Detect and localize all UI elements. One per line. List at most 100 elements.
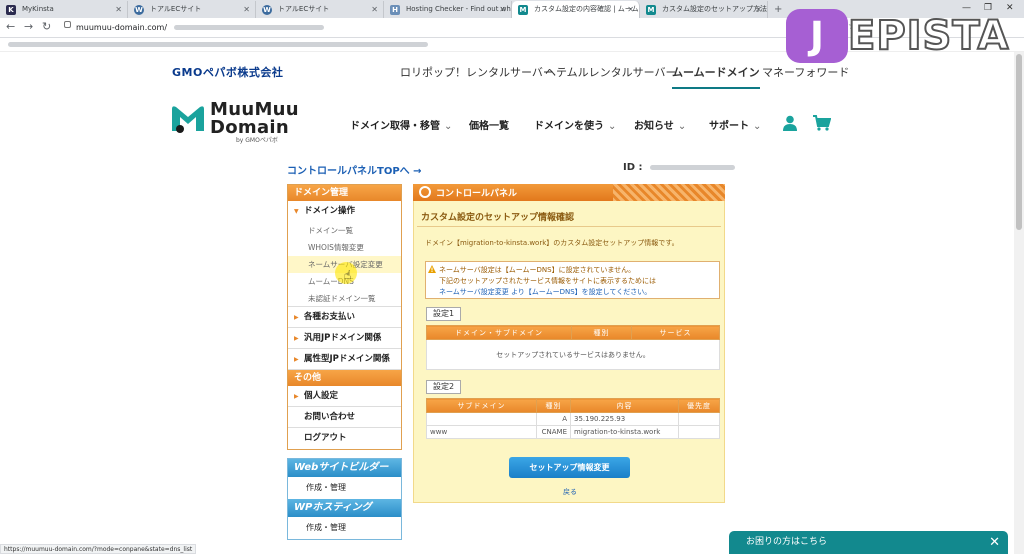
topnav-heteml[interactable]: ヘテムルレンタルサーバー: [545, 64, 677, 80]
column-header: 優先度: [678, 398, 720, 413]
set2-table: サブドメイン 種別 内容 優先度 A 35.190.225.93 www CNA…: [426, 398, 720, 439]
warning-line: 下記のセットアップされたサービス情報をサイトに表示するためには: [439, 277, 656, 285]
table-row: www CNAME migration-to-kinsta.work: [426, 425, 720, 439]
browser-tab-active[interactable]: M カスタム設定の内容確認 | ムームー ✕: [512, 1, 640, 18]
sidebar-cat-jp-general[interactable]: ▶ 汎用JPドメイン関係: [288, 328, 401, 349]
sidebar-head-other: その他: [288, 370, 401, 386]
mainnav-price-list[interactable]: 価格一覧: [469, 117, 509, 132]
triangle-right-icon: ▶: [294, 314, 299, 321]
sidebar-cat-payments[interactable]: ▶ 各種お支払い: [288, 307, 401, 328]
setup-change-button[interactable]: セットアップ情報変更: [509, 457, 630, 478]
blurred-url-part: [173, 25, 324, 30]
reload-icon[interactable]: ↻: [42, 20, 51, 33]
new-tab-icon[interactable]: +: [774, 1, 782, 18]
browser-tab[interactable]: H Hosting Checker - Find out who ✕: [384, 1, 512, 18]
wordpress-icon: W: [134, 5, 144, 15]
sidebar: ドメイン管理 ▼ドメイン操作 ドメイン一覧 WHOIS情報変更 ネームサーバ設定…: [287, 184, 402, 540]
browser-tab[interactable]: W トアルECサイト ✕: [128, 1, 256, 18]
column-header: 内容: [570, 398, 679, 413]
mainnav-news[interactable]: お知らせ ⌄: [634, 117, 686, 132]
sidebar-head-domain: ドメイン管理: [288, 185, 401, 201]
section-divider: [417, 226, 721, 227]
browser-tab[interactable]: W トアルECサイト ✕: [256, 1, 384, 18]
status-url: https://muumuu-domain.com/?mode=conpane&…: [0, 544, 197, 554]
hosting-checker-icon: H: [390, 5, 400, 15]
close-icon[interactable]: ✕: [627, 1, 634, 18]
user-icon[interactable]: [783, 115, 797, 131]
domain-management-box: ドメイン管理 ▼ドメイン操作 ドメイン一覧 WHOIS情報変更 ネームサーバ設定…: [287, 184, 402, 450]
browser-tab[interactable]: Mカスタム設定のセットアップ方法 - ムー✕: [640, 1, 768, 18]
close-icon[interactable]: ✕: [499, 1, 506, 18]
lock-icon: [64, 21, 71, 28]
set1-table: ドメイン・サブドメイン 種別 サービス セットアップされているサービスはありませ…: [426, 325, 720, 370]
sidebar-item-whois[interactable]: WHOIS情報変更: [288, 239, 401, 256]
set1-label: 設定1: [426, 307, 462, 321]
muumuu-logo-icon[interactable]: [170, 103, 206, 133]
sidebar-item-web-builder-manage[interactable]: 作成・管理: [288, 477, 401, 499]
chevron-down-icon: ⌄: [608, 121, 617, 132]
topnav-lolipop[interactable]: ロリポップ！レンタルサーバー: [400, 64, 554, 80]
mainnav-support[interactable]: サポート ⌄: [709, 117, 761, 132]
triangle-right-icon: ▶: [294, 356, 299, 363]
close-icon[interactable]: ✕: [115, 1, 122, 18]
table-row: A 35.190.225.93: [426, 412, 720, 426]
sidebar-item-unverified[interactable]: 未認証ドメイン一覧: [288, 290, 401, 307]
forward-icon[interactable]: →: [24, 20, 33, 33]
gmo-pepabo-logo[interactable]: GMOペパボ株式会社: [172, 64, 283, 80]
muumuu-domain-logo-text[interactable]: MuuMuu Domain: [210, 101, 299, 137]
sidebar-head-web-builder: Webサイトビルダー: [288, 459, 401, 477]
section-title: カスタム設定のセットアップ情報確認: [421, 213, 575, 223]
triangle-down-icon: ▼: [294, 208, 299, 215]
column-header: サブドメイン: [426, 398, 537, 413]
warning-line: ネームサーバ設定は【ムームーDNS】に設定されていません。: [439, 266, 636, 274]
jepista-logo: J EPISTA: [786, 9, 1016, 63]
mainnav-use-domain[interactable]: ドメインを使う ⌄: [534, 117, 616, 132]
blurred-bookmarks: [8, 42, 428, 47]
sidebar-item-domain-list[interactable]: ドメイン一覧: [288, 222, 401, 239]
mainnav-domain-acquire[interactable]: ドメイン取得・移管 ⌄: [350, 117, 452, 132]
column-header: ドメイン・サブドメイン: [426, 325, 572, 340]
triangle-right-icon: ▶: [294, 335, 299, 342]
id-label: ID :: [623, 162, 735, 173]
close-icon[interactable]: ✕: [755, 1, 762, 18]
panel-description: ドメイン【migration-to-kinsta.work】のカスタム設定セット…: [425, 239, 679, 247]
chevron-down-icon: ⌄: [444, 121, 453, 132]
back-icon[interactable]: ←: [6, 20, 15, 33]
control-panel-top-link[interactable]: コントロールパネルTOPへ →: [287, 162, 422, 177]
topnav-muumuu[interactable]: ムームードメイン: [672, 64, 760, 89]
chevron-down-icon: ⌄: [753, 121, 762, 132]
url-field[interactable]: muumuu-domain.com/: [62, 21, 822, 35]
gear-icon: [419, 186, 431, 198]
warning-icon: [428, 265, 436, 273]
close-icon[interactable]: ✕: [371, 1, 378, 18]
panel-title: コントロールパネル: [436, 189, 518, 199]
column-header: 種別: [571, 325, 632, 340]
blurred-id: [650, 164, 735, 170]
warning-line-link[interactable]: ネームサーバ設定変更 より【ムームーDNS】を設定してください。: [439, 287, 651, 297]
empty-message: セットアップされているサービスはありません。: [426, 339, 720, 370]
sidebar-item-wp-hosting-manage[interactable]: 作成・管理: [288, 517, 401, 539]
cart-icon[interactable]: [813, 115, 831, 131]
hand-cursor-icon: ☝: [344, 268, 352, 282]
sidebar-head-wp-hosting: WPホスティング: [288, 499, 401, 517]
column-header: 種別: [536, 398, 571, 413]
sidebar-item-contact[interactable]: お問い合わせ: [288, 407, 401, 428]
sidebar-domain-ops[interactable]: ▼ ドメイン操作: [288, 201, 401, 222]
close-icon[interactable]: ✕: [243, 1, 250, 18]
wordpress-icon: W: [262, 5, 272, 15]
topnav-moneyforward[interactable]: マネーフォワード: [762, 64, 849, 80]
help-bar[interactable]: お困りの方はこちら ✕: [729, 531, 1008, 554]
sidebar-item-personal[interactable]: ▶ 個人設定: [288, 386, 401, 407]
close-icon[interactable]: ✕: [989, 531, 1000, 554]
column-header: サービス: [631, 325, 720, 340]
scrollbar-thumb[interactable]: [1016, 54, 1022, 230]
sidebar-cat-jp-attribute[interactable]: ▶ 属性型JPドメイン関係: [288, 349, 401, 370]
triangle-right-icon: ▶: [294, 393, 299, 400]
set2-label: 設定2: [426, 380, 462, 394]
brand-sub: by GMOペパボ: [236, 137, 278, 144]
browser-tab[interactable]: K MyKinsta ✕: [0, 1, 128, 18]
kinsta-icon: K: [6, 5, 16, 15]
sidebar-item-logout[interactable]: ログアウト: [288, 428, 401, 449]
muumuu-icon: M: [518, 5, 528, 15]
back-link[interactable]: 戻る: [563, 487, 577, 497]
